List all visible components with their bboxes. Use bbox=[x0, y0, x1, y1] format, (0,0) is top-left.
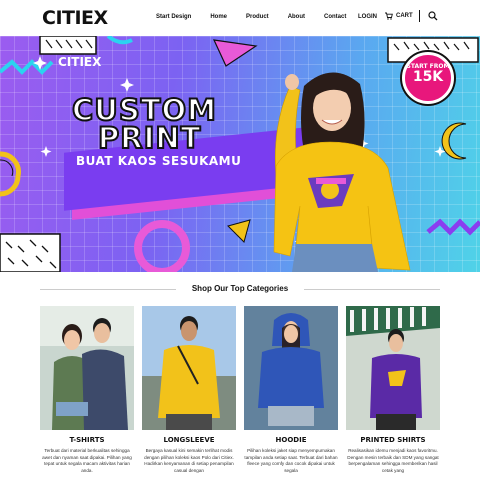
category-description: Pilihan koleksi jaket siap menyempurnaka… bbox=[244, 448, 338, 473]
tshirt-photo bbox=[40, 306, 134, 430]
banner-logo: CITIEX bbox=[58, 55, 102, 69]
category-name[interactable]: HOODIE bbox=[244, 436, 338, 444]
cart-label: CART bbox=[396, 13, 413, 19]
cart-button[interactable]: CART bbox=[384, 12, 413, 20]
login-link[interactable]: LOGIN bbox=[358, 14, 377, 20]
category-card-tshirts[interactable]: T-SHIRTS Terbuat dari material berkualit… bbox=[40, 306, 134, 474]
banner-model-illustration bbox=[273, 72, 411, 272]
category-card-printed-shirts[interactable]: PRINTED SHIRTS Realisasikan idemu menjad… bbox=[346, 306, 440, 474]
site-header: CITIEX Start Design Home Product About C… bbox=[0, 0, 480, 36]
nav-about[interactable]: About bbox=[288, 14, 305, 20]
category-name[interactable]: PRINTED SHIRTS bbox=[346, 436, 440, 444]
header-divider bbox=[419, 10, 420, 22]
category-card-longsleeve[interactable]: LONGSLEEVE Bergaya kasual kini semakin t… bbox=[142, 306, 236, 474]
category-image[interactable] bbox=[346, 306, 440, 430]
longsleeve-photo bbox=[142, 306, 236, 430]
site-logo[interactable]: CITIEX bbox=[42, 7, 108, 29]
category-image[interactable] bbox=[142, 306, 236, 430]
badge-price: 15K bbox=[412, 69, 444, 85]
hoodie-photo bbox=[244, 306, 338, 430]
section-divider-right bbox=[304, 289, 440, 290]
category-grid: T-SHIRTS Terbuat dari material berkualit… bbox=[40, 306, 440, 480]
main-nav: Start Design Home Product About Contact bbox=[156, 14, 365, 20]
cart-icon bbox=[385, 12, 393, 20]
category-name[interactable]: LONGSLEEVE bbox=[142, 436, 236, 444]
hero-banner[interactable]: CITIEX CUSTOM PRINT BUAT KAOS SESUKAMU S… bbox=[0, 36, 480, 272]
category-image[interactable] bbox=[244, 306, 338, 430]
price-badge: START FROM 15K bbox=[402, 52, 454, 104]
category-description: Realisasikan idemu menjadi kaos favoritm… bbox=[347, 448, 439, 473]
banner-subtitle: BUAT KAOS SESUKAMU bbox=[76, 154, 242, 168]
category-image[interactable] bbox=[40, 306, 134, 430]
category-description: Bergaya kasual kini semakin terlihat mod… bbox=[144, 448, 234, 473]
headline-line-2: PRINT bbox=[97, 120, 202, 156]
category-description: Terbuat dari material berkualitas sehing… bbox=[42, 448, 132, 473]
nav-start-design[interactable]: Start Design bbox=[156, 14, 191, 20]
printed-shirt-photo bbox=[346, 306, 440, 430]
search-icon[interactable] bbox=[428, 11, 438, 21]
category-name[interactable]: T-SHIRTS bbox=[40, 436, 134, 444]
nav-contact[interactable]: Contact bbox=[324, 14, 346, 20]
nav-product[interactable]: Product bbox=[246, 14, 269, 20]
category-card-hoodie[interactable]: HOODIE Pilihan koleksi jaket siap menyem… bbox=[244, 306, 338, 474]
nav-home[interactable]: Home bbox=[210, 14, 227, 20]
